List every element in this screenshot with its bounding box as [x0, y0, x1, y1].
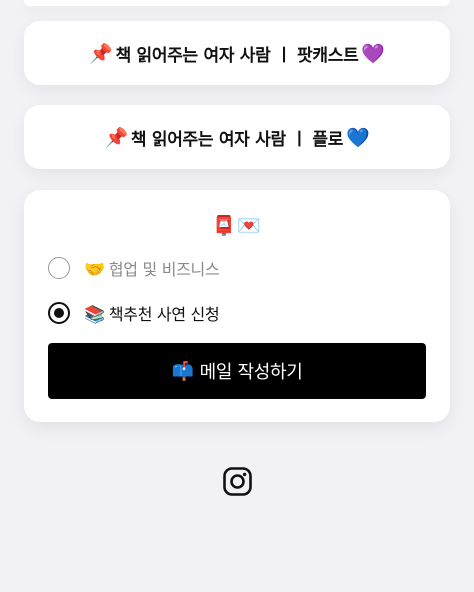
radio-business[interactable]: [48, 257, 70, 279]
option-business[interactable]: 🤝 협업 및 비즈니스: [48, 256, 220, 280]
pushpin-icon: 📌: [104, 126, 129, 149]
pushpin-icon: 📌: [89, 42, 113, 65]
link-label-flo: 책 읽어주는 여자 사람 ㅣ 플로: [130, 129, 344, 150]
mailbox-icon: 📫: [171, 360, 194, 382]
option-book-recommendation[interactable]: 📚 책추천 사연 신청: [48, 301, 220, 325]
instagram-glyph: [223, 467, 252, 496]
mailbox-letter-icon: 📮💌: [212, 215, 262, 237]
option-book-recommendation-label: 📚 책추천 사연 신청: [84, 301, 220, 325]
page: 📌 책 읽어주는 여자 사람 ㅣ 팟캐스트 💜 📌 책 읽어주는 여자 사람 ㅣ…: [0, 0, 474, 592]
handshake-icon: 🤝: [84, 260, 105, 280]
books-icon: 📚: [84, 305, 105, 325]
write-mail-button-label: 메일 작성하기: [199, 362, 303, 383]
instagram-icon[interactable]: [223, 467, 252, 496]
link-label-podcast: 책 읽어주는 여자 사람 ㅣ 팟캐스트: [115, 45, 359, 66]
option-business-text: 협업 및 비즈니스: [108, 260, 220, 279]
option-business-label: 🤝 협업 및 비즈니스: [84, 256, 220, 280]
link-card-flo[interactable]: 📌 책 읽어주는 여자 사람 ㅣ 플로 💙: [24, 105, 450, 169]
contact-form-card: 📮💌 🤝 협업 및 비즈니스 📚 책추천 사연 신청 📫 메일 작성하기: [24, 190, 450, 422]
blue-heart-icon: 💙: [346, 126, 370, 149]
previous-link-card-edge[interactable]: [24, 0, 450, 6]
link-card-podcast[interactable]: 📌 책 읽어주는 여자 사람 ㅣ 팟캐스트 💜: [24, 21, 450, 85]
option-book-recommendation-text: 책추천 사연 신청: [108, 305, 220, 324]
radio-book-recommendation[interactable]: [48, 302, 70, 324]
write-mail-button[interactable]: 📫 메일 작성하기: [48, 343, 426, 399]
purple-heart-icon: 💜: [361, 42, 385, 65]
